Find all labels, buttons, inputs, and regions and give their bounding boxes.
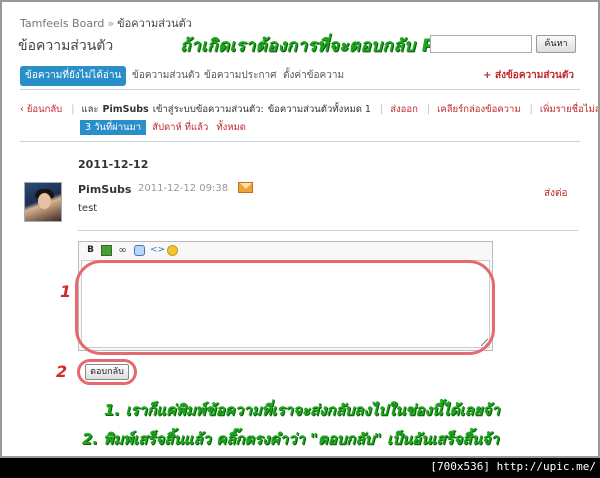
forward-link[interactable]: ส่งต่อ (544, 186, 568, 201)
tab-announcements[interactable]: ข้อความประกาศ (200, 66, 280, 86)
joined-text: เข้าสู่ระบบข้อความส่วนตัว: (152, 104, 264, 115)
message-divider (78, 230, 578, 231)
breadcrumb-separator: » (107, 17, 115, 30)
toolbar-divider: | (71, 104, 75, 115)
filter-all[interactable]: ทั้งหมด (216, 122, 246, 133)
envelope-icon[interactable] (238, 182, 253, 193)
filter-3-days[interactable]: 3 วันที่ผ่านมา (80, 120, 147, 135)
joined-prefix: และ (81, 104, 99, 115)
code-icon[interactable]: <> (150, 245, 165, 256)
tab-settings[interactable]: ตั้งค่าข้อความ (279, 66, 348, 86)
annotation-oval-editor (75, 260, 495, 355)
clear-inbox-link[interactable]: เคลียร์กล่องข้อความ (437, 104, 521, 115)
toolbar-username: PimSubs (102, 104, 149, 115)
annotation-number-2: 2 (56, 362, 68, 381)
message-time: 2011-12-12 09:38 (138, 183, 229, 194)
filter-last-week[interactable]: สัปดาห์ ที่แล้ว (152, 122, 208, 133)
annotation-instruction-1: 1. เราก็แค่พิมพ์ข้อความที่เราจะส่งกลับลง… (104, 401, 500, 419)
search-button[interactable]: ค้นหา (536, 35, 576, 53)
toolbar-divider: | (426, 104, 431, 115)
annotation-instruction-2: 2. พิมพ์เสร็จสิ้นแล้ว คลิ๊กตรงคำว่า "ตอบ… (82, 430, 499, 448)
watermark: [700x536] http://upic.me/ (430, 460, 596, 473)
message-sender[interactable]: PimSubs (78, 183, 131, 196)
tab-private-messages[interactable]: ข้อความส่วนตัว (128, 66, 204, 86)
image-icon[interactable] (101, 245, 112, 256)
pm-total-count: ข้อความส่วนตัวทั้งหมด 1 (267, 104, 371, 115)
blocklist-link[interactable]: เพิ่มรายชื่อไม่สนใจ (540, 104, 598, 115)
search-input[interactable] (430, 35, 532, 53)
send-out-link[interactable]: ส่งออก (390, 104, 418, 115)
link-icon[interactable]: ∞ (117, 245, 128, 256)
back-link[interactable]: ‹ ย้อนกลับ (20, 104, 62, 115)
page-title: ข้อความส่วนตัว (18, 38, 114, 54)
annotation-oval-reply (77, 359, 137, 385)
toolbar-divider: | (380, 104, 384, 115)
new-message-link[interactable]: + ส่งข้อความส่วนตัว (483, 66, 574, 86)
annotation-number-1: 1 (60, 282, 72, 301)
quote-icon[interactable] (134, 245, 145, 256)
bold-icon[interactable]: B (85, 245, 96, 256)
pm-toolbar: ‹ ย้อนกลับ | และ PimSubs เข้าสู่ระบบข้อควา… (20, 96, 598, 142)
avatar-face (38, 193, 51, 209)
message-date-heading: 2011-12-12 (78, 158, 149, 171)
screenshot-frame: Tamfeels Board» ข้อความส่วนตัว ข้อความส่ว… (0, 0, 600, 458)
annotation-title: ถ้าเกิดเราต้องการที่จะตอบกลับ PM (180, 36, 453, 56)
tab-bar: ข้อความที่ยังไม่ได้อ่าน ข้อความส่วนตัว ข… (20, 60, 580, 90)
breadcrumb-current: ข้อความส่วนตัว (117, 17, 192, 30)
tab-unread[interactable]: ข้อความที่ยังไม่ได้อ่าน (20, 66, 127, 86)
avatar[interactable] (24, 182, 62, 222)
breadcrumb-home-link[interactable]: Tamfeels Board (20, 17, 104, 30)
message-body: test (78, 203, 98, 214)
smiley-icon[interactable] (167, 245, 178, 256)
breadcrumb: Tamfeels Board» ข้อความส่วนตัว (20, 14, 192, 32)
toolbar-divider: | (529, 104, 533, 115)
